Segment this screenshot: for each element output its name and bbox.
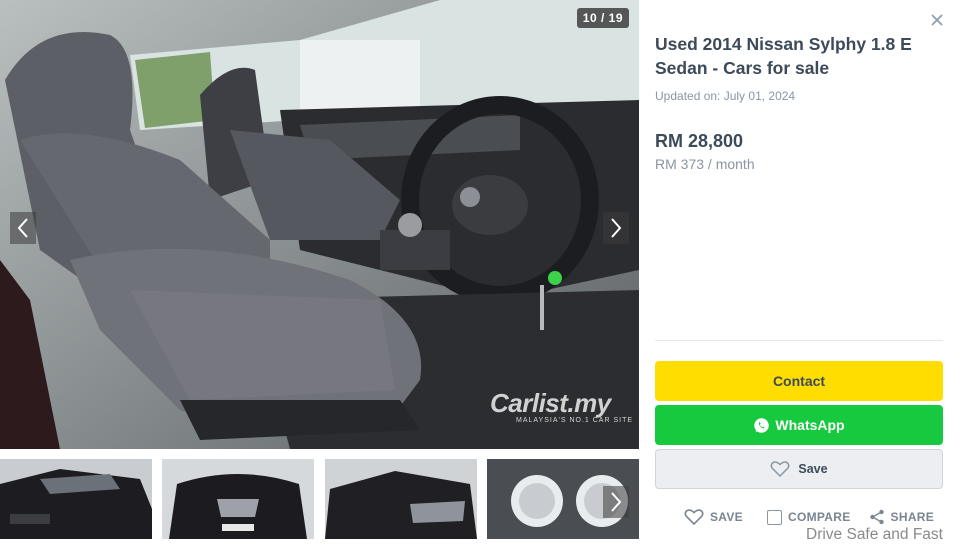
watermark-brand: Carlist.my [490, 388, 611, 418]
chevron-right-icon [611, 492, 622, 512]
save-button[interactable]: Save [655, 449, 943, 489]
thumbnail-3[interactable] [325, 459, 477, 539]
chevron-right-icon [611, 218, 622, 238]
listing-modal: 10 / 19 Carlist.my MALAYSIA'S NO.1 CAR S… [0, 0, 953, 545]
whatsapp-icon [754, 417, 770, 433]
thumbnail-2[interactable] [162, 459, 314, 539]
monthly-payment: RM 373 / month [655, 156, 755, 172]
footer-tagline: Drive Safe and Fast [806, 526, 943, 543]
save-button-label: Save [798, 462, 828, 476]
action-links: SAVE COMPARE SHARE [684, 507, 934, 527]
whatsapp-button[interactable]: WhatsApp [655, 405, 943, 445]
car-front-three-quarter-image [0, 459, 152, 539]
share-icon [869, 509, 884, 525]
heart-icon [684, 509, 704, 526]
thumbnail-strip [0, 459, 639, 539]
save-link-label: SAVE [710, 510, 743, 524]
whatsapp-button-label: WhatsApp [775, 417, 845, 433]
contact-button-label: Contact [772, 373, 826, 389]
divider [655, 340, 943, 341]
next-photo-button[interactable] [603, 212, 629, 244]
listing-price: RM 28,800 [655, 131, 744, 151]
main-photo[interactable]: 10 / 19 Carlist.my MALAYSIA'S NO.1 CAR S… [0, 0, 639, 449]
updated-date: Updated on: July 01, 2024 [655, 89, 796, 103]
share-label: SHARE [890, 510, 935, 524]
compare-checkbox-box[interactable] [767, 509, 782, 525]
compare-checkbox[interactable]: COMPARE [767, 509, 851, 525]
next-thumbnails-button[interactable] [603, 486, 629, 518]
compare-label: COMPARE [788, 510, 851, 524]
carlist-watermark: Carlist.my MALAYSIA'S NO.1 CAR SITE [490, 388, 633, 424]
thumbnail-1[interactable] [0, 459, 152, 539]
listing-title: Used 2014 Nissan Sylphy 1.8 E Sedan - Ca… [655, 34, 912, 78]
heart-icon [770, 461, 790, 478]
car-front-grille-image [162, 459, 314, 539]
watermark-tagline: MALAYSIA'S NO.1 CAR SITE [516, 417, 634, 424]
car-interior-image [0, 0, 639, 449]
chevron-left-icon [17, 218, 28, 238]
save-link[interactable]: SAVE [684, 508, 743, 526]
car-front-angle-image [325, 459, 477, 539]
previous-photo-button[interactable] [10, 212, 36, 244]
photo-counter: 10 / 19 [576, 8, 629, 28]
share-link[interactable]: SHARE [869, 509, 935, 525]
close-icon[interactable] [929, 12, 945, 28]
contact-button[interactable]: Contact [655, 361, 943, 401]
